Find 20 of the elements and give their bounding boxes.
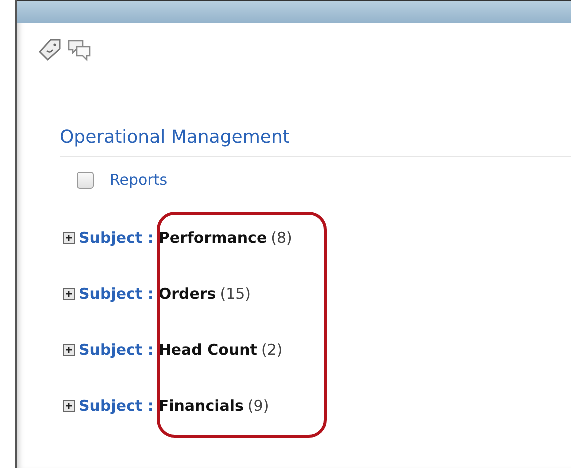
item-count: (8): [271, 229, 292, 247]
subject-label[interactable]: Subject :: [79, 229, 154, 247]
subject-name: Financials: [158, 397, 244, 415]
checkbox[interactable]: [77, 172, 94, 188]
item-count: (15): [220, 285, 252, 303]
plus-icon[interactable]: [63, 344, 75, 356]
section-title: Operational Management: [60, 127, 571, 157]
tag-icon[interactable]: [37, 37, 63, 63]
subject-name: Performance: [158, 229, 268, 247]
plus-icon[interactable]: [63, 288, 75, 300]
plus-icon[interactable]: [63, 232, 75, 244]
plus-icon[interactable]: [63, 400, 75, 412]
subject-name: Head Count: [158, 341, 258, 359]
item-count: (2): [261, 341, 283, 359]
subject-label[interactable]: Subject :: [79, 285, 154, 303]
subject-label[interactable]: Subject :: [79, 341, 154, 359]
subject-name: Orders: [158, 285, 216, 303]
reports-link[interactable]: Reports: [110, 171, 168, 189]
item-count: (9): [248, 397, 270, 415]
subject-label[interactable]: Subject :: [79, 397, 154, 415]
